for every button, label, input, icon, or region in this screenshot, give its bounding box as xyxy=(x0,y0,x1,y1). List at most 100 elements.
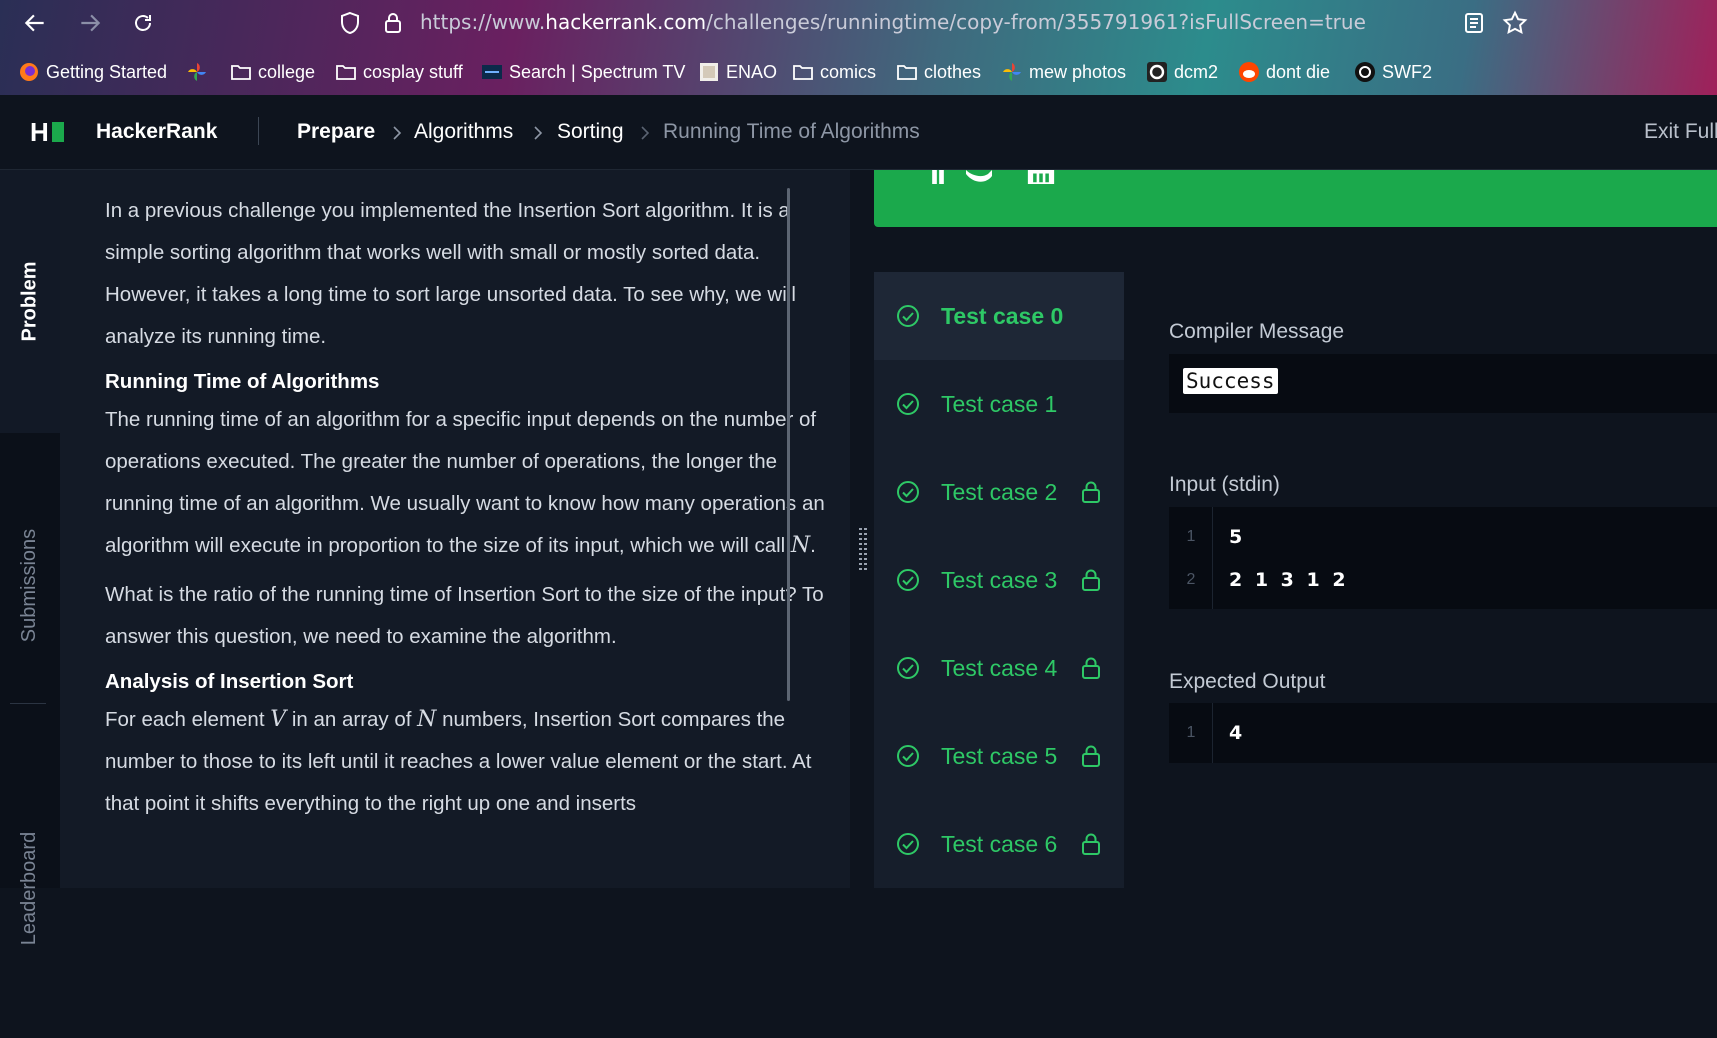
bookmark-label: ENAO xyxy=(726,61,778,82)
tracking-protection-button[interactable] xyxy=(335,8,365,38)
paragraph-text: . xyxy=(810,534,816,557)
bookmark-label: clothes xyxy=(924,61,982,82)
bookmark-mew-photos[interactable]: mew photos xyxy=(1001,60,1126,84)
forward-button[interactable] xyxy=(75,8,105,38)
back-arrow-icon xyxy=(24,14,44,32)
chevron-right-icon xyxy=(393,126,402,140)
bookmark-label: dont die xyxy=(1266,61,1331,82)
bookmark-swf2[interactable]: SWF2 xyxy=(1354,60,1432,84)
linkedin-icon[interactable] xyxy=(1026,170,1056,184)
test-case-tab[interactable]: Test case 5 xyxy=(874,712,1124,800)
vertical-tab-bar: Problem Submissions Leaderboard xyxy=(0,170,60,945)
reader-view-icon xyxy=(1465,13,1483,33)
paragraph-text: For each element xyxy=(105,708,271,731)
swirl-icon xyxy=(1354,61,1376,83)
header-divider xyxy=(258,117,259,145)
tab-problem-label: Problem xyxy=(18,261,41,342)
check-circle-icon xyxy=(897,305,919,327)
tab-leaderboard[interactable]: Leaderboard xyxy=(0,738,60,1038)
tab-divider xyxy=(10,703,46,704)
breadcrumb-algorithms[interactable]: Algorithms xyxy=(414,120,513,144)
expected-output-title: Expected Output xyxy=(1169,670,1326,693)
test-case-tab[interactable]: Test case 6 xyxy=(874,800,1124,888)
test-case-label: Test case 1 xyxy=(941,390,1058,417)
site-header: H HackerRank Prepare Algorithms Sorting … xyxy=(0,95,1717,170)
check-circle-icon xyxy=(897,569,919,591)
paragraph-text: in an array of xyxy=(286,708,418,731)
check-circle-icon xyxy=(897,745,919,767)
facebook-icon[interactable] xyxy=(923,170,953,184)
bookmark-label: mew photos xyxy=(1029,61,1127,82)
bookmark-college[interactable]: college xyxy=(230,60,315,84)
breadcrumb-prepare[interactable]: Prepare xyxy=(297,120,375,144)
test-case-label: Test case 3 xyxy=(941,566,1058,593)
check-circle-icon xyxy=(897,393,919,415)
reader-view-button[interactable] xyxy=(1459,8,1489,38)
forward-arrow-icon xyxy=(81,14,101,32)
test-case-tab[interactable]: Test case 2 xyxy=(874,448,1124,536)
math-variable: V xyxy=(270,707,287,732)
line-number-gutter xyxy=(1169,507,1213,609)
url-path: /challenges/runningtime/copy-from/355791… xyxy=(706,10,1366,34)
bookmark-label: cosplay stuff xyxy=(363,61,463,82)
brand-name[interactable]: HackerRank xyxy=(96,120,217,144)
section-heading-analysis: Analysis of Insertion Sort xyxy=(105,670,354,693)
lock-icon xyxy=(385,13,401,33)
bookmark-label: SWF2 xyxy=(1382,61,1433,82)
bookmark-enao[interactable]: ENAO xyxy=(698,60,777,84)
back-button[interactable] xyxy=(20,8,50,38)
chevron-right-icon xyxy=(534,126,543,140)
bookmark-cosplay-stuff[interactable]: cosplay stuff xyxy=(335,60,463,84)
enao-icon xyxy=(698,61,720,83)
url-field[interactable]: https://www.hackerrank.com/challenges/ru… xyxy=(420,10,1366,34)
line-number: 1 xyxy=(1186,528,1196,545)
input-title: Input (stdin) xyxy=(1169,473,1280,496)
lock-icon xyxy=(1082,481,1100,503)
compiler-message-box: Success xyxy=(1169,354,1717,413)
tab-problem[interactable]: Problem xyxy=(0,170,60,433)
twitter-icon[interactable] xyxy=(964,170,994,184)
bookmark-spectrum[interactable]: Search | Spectrum TV xyxy=(481,60,685,84)
bookmark-getting-started[interactable]: Getting Started xyxy=(18,60,167,84)
bookmark-pinwheel[interactable] xyxy=(186,60,214,84)
firefox-icon xyxy=(18,61,40,83)
bookmark-label: dcm2 xyxy=(1174,61,1219,82)
test-case-tab[interactable]: Test case 4 xyxy=(874,624,1124,712)
bookmark-dont-die[interactable]: dont die xyxy=(1238,60,1330,84)
reddit-icon xyxy=(1238,61,1260,83)
pinwheel-icon xyxy=(186,61,208,83)
paragraph-text: The running time of an algorithm for a s… xyxy=(105,408,825,557)
test-case-tab[interactable]: Test case 3 xyxy=(874,536,1124,624)
output-line: 4 xyxy=(1229,722,1243,744)
bookmark-dcm2[interactable]: dcm2 xyxy=(1146,60,1218,84)
test-case-tab[interactable]: Test case 1 xyxy=(874,360,1124,448)
compiler-message-title: Compiler Message xyxy=(1169,320,1345,343)
folder-icon xyxy=(335,61,357,83)
folder-icon xyxy=(230,61,252,83)
resize-handle-icon[interactable] xyxy=(859,528,867,576)
reload-button[interactable] xyxy=(128,8,158,38)
exit-fullscreen-button[interactable]: Exit Full xyxy=(1644,120,1717,144)
test-case-label: Test case 2 xyxy=(941,478,1058,505)
lock-icon xyxy=(1082,657,1100,679)
test-case-tab[interactable]: Test case 0 xyxy=(874,272,1124,360)
problem-scrollbar[interactable] xyxy=(787,188,790,701)
site-info-button[interactable] xyxy=(378,8,408,38)
lock-icon xyxy=(1082,833,1100,855)
folder-icon xyxy=(896,61,918,83)
tab-submissions[interactable]: Submissions xyxy=(0,433,60,737)
hackerrank-logo[interactable]: H xyxy=(30,119,64,145)
bookmark-comics[interactable]: comics xyxy=(792,60,876,84)
tab-submissions-label: Submissions xyxy=(18,528,41,642)
bookmark-clothes[interactable]: clothes xyxy=(896,60,981,84)
breadcrumb-current: Running Time of Algorithms xyxy=(663,120,920,143)
lock-icon xyxy=(1082,745,1100,767)
lock-icon xyxy=(1082,569,1100,591)
success-banner xyxy=(874,170,1717,227)
logo-bar-icon xyxy=(51,122,64,142)
breadcrumb-sorting[interactable]: Sorting xyxy=(557,120,624,144)
section-heading-running-time: Running Time of Algorithms xyxy=(105,370,380,393)
problem-statement: In a previous challenge you implemented … xyxy=(60,170,850,888)
bookmark-star-button[interactable] xyxy=(1500,8,1530,38)
input-line: 2 1 3 1 2 xyxy=(1229,569,1349,591)
